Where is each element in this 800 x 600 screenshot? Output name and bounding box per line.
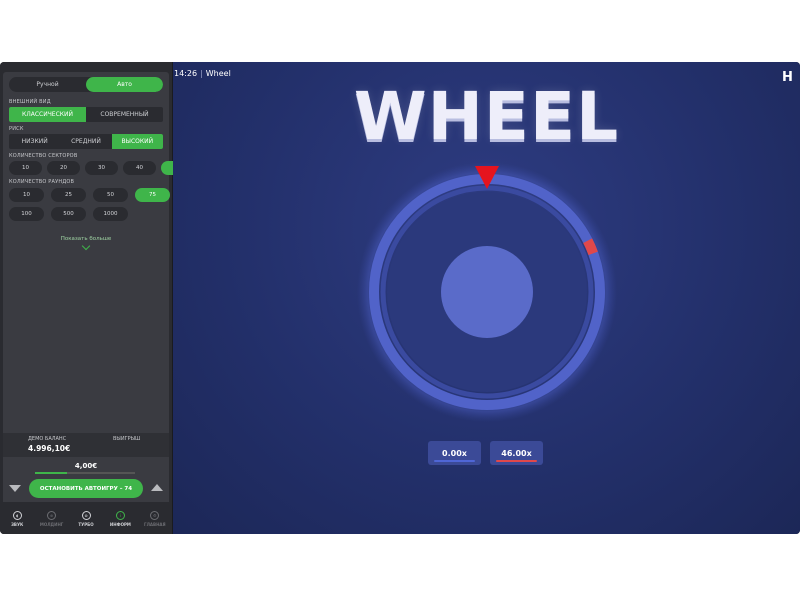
demo-balance-label: ДЕМО БАЛАНС (28, 436, 67, 442)
bet-amount: 4,00€ (74, 462, 98, 470)
settings-panel: Ручной Авто ВНЕШНИЙ ВИД КЛАССИЧЕСКИЙ СОВ… (0, 72, 194, 490)
rounds-option[interactable]: 25 (51, 188, 86, 202)
info-icon: i (115, 511, 125, 520)
rounds-option[interactable]: 500 (51, 207, 86, 221)
nav-home[interactable]: ⚙ ГЛАВНАЯ (138, 504, 172, 534)
appearance-label: ВНЕШНИЙ ВИД (9, 99, 51, 105)
turbo-icon: ⊗ (81, 511, 91, 520)
rounds-option[interactable]: 100 (9, 207, 44, 221)
wheel-red-sector (583, 238, 598, 256)
multiplier-color-bar (496, 460, 537, 462)
sectors-option[interactable]: 20 (47, 161, 80, 175)
nav-sound-label: ЗВУК (11, 522, 24, 527)
multiplier-value: 0.00x (442, 448, 467, 458)
sectors-option[interactable]: 30 (85, 161, 118, 175)
mode-auto-tab[interactable]: Авто (86, 77, 163, 92)
sectors-options: 10 20 30 40 50 (9, 161, 194, 175)
nav-home-label: ГЛАВНАЯ (144, 522, 166, 527)
nav-hotkeys[interactable]: ⊕ МОЛДИНГ (34, 504, 68, 534)
appearance-classic-option[interactable]: КЛАССИЧЕСКИЙ (9, 107, 86, 122)
nav-info[interactable]: i ИНФОРМ (103, 504, 137, 534)
game-area: 14:26 | Wheel H WHEEL 0.00x 46.00x (173, 62, 800, 534)
game-controls-sidebar: Ручной Авто ВНЕШНИЙ ВИД КЛАССИЧЕСКИЙ СОВ… (0, 62, 194, 534)
multiplier-value: 46.00x (501, 448, 532, 458)
bottom-navigation: ◖ ЗВУК ⊕ МОЛДИНГ ⊗ ТУРБО i ИНФОРМ ⚙ ГЛАВ… (0, 504, 172, 534)
win-label: ВЫИГРЫШ (113, 436, 141, 442)
risk-low-option[interactable]: НИЗКИЙ (9, 134, 60, 149)
multiplier-color-bar (434, 460, 475, 462)
bet-controls: 4,00€ ОСТАНОВИТЬ АВТОИГРУ – 74 (3, 460, 169, 502)
status-bar: 14:26 | Wheel (174, 69, 231, 78)
risk-high-option[interactable]: ВЫСОКИЙ (111, 134, 163, 149)
clock: 14:26 (174, 69, 198, 78)
rounds-option[interactable]: 50 (93, 188, 128, 202)
wheel (357, 162, 617, 422)
nav-info-label: ИНФОРМ (109, 522, 131, 527)
risk-label: РИСК (9, 126, 24, 132)
rounds-label: КОЛИЧЕСТВО РАУНДОВ (9, 179, 75, 185)
sound-icon: ◖ (12, 511, 22, 520)
balance-bar: ДЕМО БАЛАНС 4.996,10€ ВЫИГРЫШ (3, 433, 169, 457)
demo-balance-value: 4.996,10€ (28, 444, 71, 453)
risk-medium-option[interactable]: СРЕДНИЙ (60, 134, 111, 149)
settings-icon: ⚙ (150, 511, 160, 520)
risk-toggle: НИЗКИЙ СРЕДНИЙ ВЫСОКИЙ (9, 134, 163, 149)
nav-turbo-label: ТУРБО (78, 522, 94, 527)
rounds-option[interactable]: 10 (9, 188, 44, 202)
decrease-bet-icon[interactable] (9, 485, 21, 492)
rounds-option-selected[interactable]: 75 (135, 188, 170, 202)
increase-bet-icon[interactable] (151, 484, 163, 491)
game-title: WHEEL (353, 78, 620, 155)
multiplier-badge-high: 46.00x (490, 441, 543, 465)
bet-slider[interactable] (35, 472, 135, 474)
nav-turbo[interactable]: ⊗ ТУРБО (69, 504, 103, 534)
appearance-toggle: КЛАССИЧЕСКИЙ СОВРЕМЕННЫЙ (9, 107, 163, 122)
sectors-option[interactable]: 10 (9, 161, 42, 175)
rounds-option[interactable]: 1000 (93, 207, 128, 221)
device-screen: Ручной Авто ВНЕШНИЙ ВИД КЛАССИЧЕСКИЙ СОВ… (0, 62, 800, 534)
multiplier-badge-low: 0.00x (428, 441, 481, 465)
sectors-option[interactable]: 40 (123, 161, 156, 175)
chevron-down-icon (81, 241, 91, 251)
show-more-link[interactable]: Показать больше (0, 236, 172, 251)
nav-hotkeys-label: МОЛДИНГ (39, 522, 64, 527)
rounds-options-row2: 100 500 1000 (9, 207, 128, 221)
stop-autoplay-button[interactable]: ОСТАНОВИТЬ АВТОИГРУ – 74 (29, 479, 143, 498)
nav-sound[interactable]: ◖ ЗВУК (0, 504, 34, 534)
appearance-modern-option[interactable]: СОВРЕМЕННЫЙ (86, 107, 163, 122)
rounds-options-row1: 10 25 50 75 (9, 188, 170, 202)
divider: | (200, 69, 203, 78)
mode-toggle: Ручной Авто (9, 77, 163, 92)
mode-manual-tab[interactable]: Ручной (9, 77, 86, 92)
bet-slider-fill (35, 472, 67, 474)
hotkeys-icon: ⊕ (47, 511, 57, 520)
wheel-hub (441, 246, 533, 338)
sectors-label: КОЛИЧЕСТВО СЕКТОРОВ (9, 153, 78, 159)
game-name: Wheel (205, 69, 231, 78)
